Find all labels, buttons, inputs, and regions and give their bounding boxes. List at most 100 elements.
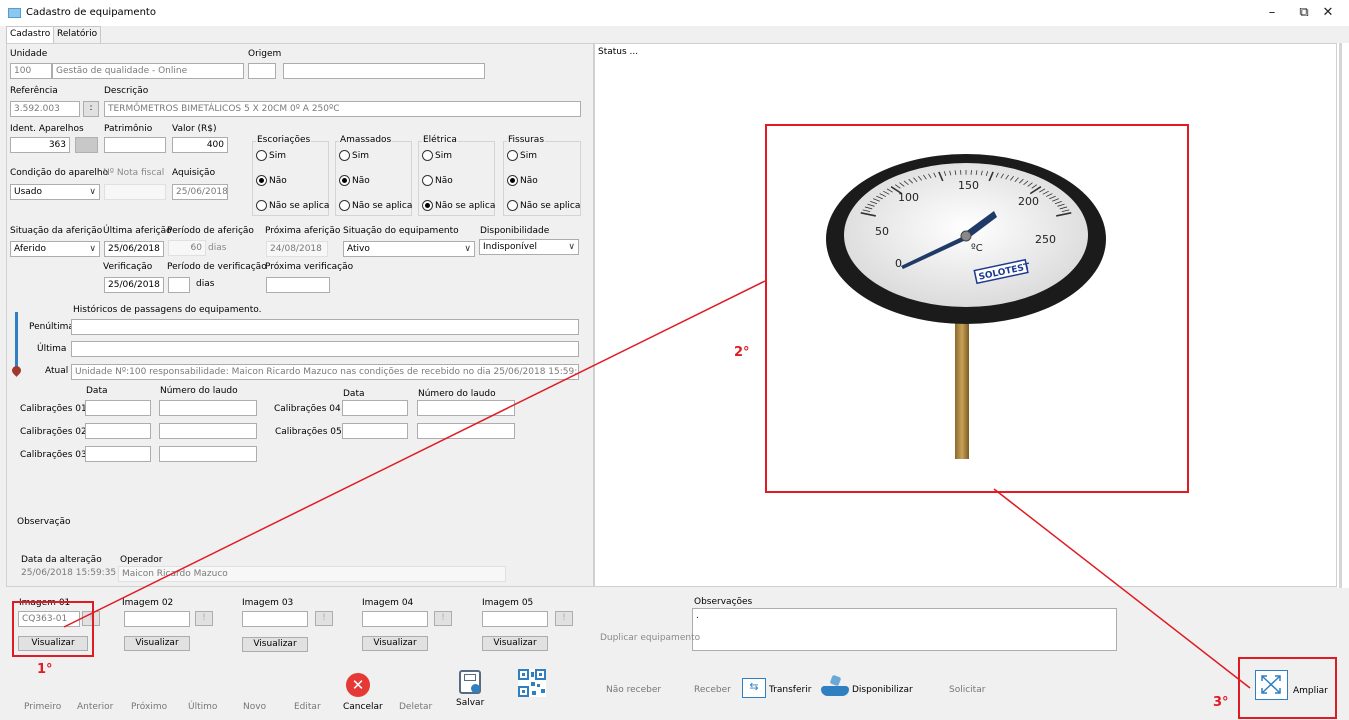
- ident-field[interactable]: 363: [10, 137, 70, 153]
- disponibilidade-select[interactable]: Indisponível ∨: [479, 239, 579, 255]
- radio-sim[interactable]: Sim: [256, 150, 286, 161]
- imagem04-field[interactable]: [362, 611, 428, 627]
- radio-nao-se-aplica[interactable]: Não se aplica: [339, 200, 412, 211]
- cancelar-button[interactable]: Cancelar: [343, 702, 383, 712]
- descricao-field[interactable]: TERMÔMETROS BIMETÁLICOS 5 X 20CM 0º A 25…: [104, 101, 581, 117]
- annotation-label-1: 1°: [37, 662, 53, 677]
- cancel-icon[interactable]: ✕: [346, 673, 370, 697]
- nao-receber-button[interactable]: Não receber: [606, 685, 661, 695]
- radio-checked-icon: [339, 175, 350, 186]
- radio-circle-icon: [339, 150, 350, 161]
- aquisicao-field[interactable]: 25/06/2018: [172, 184, 228, 200]
- tab-relatorio[interactable]: Relatório: [53, 26, 102, 43]
- proxima-verificacao-field[interactable]: [266, 277, 330, 293]
- visualizar-05-button[interactable]: Visualizar: [482, 636, 548, 651]
- radio-sim[interactable]: Sim: [507, 150, 537, 161]
- save-icon[interactable]: [459, 670, 481, 694]
- radio-sim[interactable]: Sim: [422, 150, 452, 161]
- data-label: Data: [343, 389, 365, 399]
- vertical-scrollbar[interactable]: [1337, 43, 1349, 588]
- imagem05-label: Imagem 05: [482, 598, 534, 608]
- situacao-equip-select[interactable]: Ativo ∨: [343, 241, 475, 257]
- imagem05-browse-button[interactable]: !: [555, 611, 573, 626]
- patrimonio-field[interactable]: [104, 137, 166, 153]
- radio-nao[interactable]: Não: [422, 175, 453, 186]
- unidade-code-field[interactable]: 100: [10, 63, 52, 79]
- cal03-date-field[interactable]: [85, 446, 151, 462]
- referencia-field[interactable]: 3.592.003: [10, 101, 80, 117]
- imagem05-field[interactable]: [482, 611, 548, 627]
- periodo-verificacao-field[interactable]: [168, 277, 190, 293]
- cal01-date-field[interactable]: [85, 400, 151, 416]
- imagem04-browse-button[interactable]: !: [434, 611, 452, 626]
- anterior-button[interactable]: Anterior: [77, 702, 113, 712]
- referencia-search-button[interactable]: :: [83, 101, 99, 117]
- imagem02-field[interactable]: [124, 611, 190, 627]
- cal04-date-field[interactable]: [342, 400, 408, 416]
- radio-nao-se-aplica[interactable]: Não se aplica: [507, 200, 580, 211]
- visualizar-02-button[interactable]: Visualizar: [124, 636, 190, 651]
- cal02-laudo-field[interactable]: [159, 423, 257, 439]
- periodo-afericao-field[interactable]: 60: [168, 240, 206, 256]
- origem-code-field[interactable]: [248, 63, 276, 79]
- novo-button[interactable]: Novo: [243, 702, 266, 712]
- radio-sim[interactable]: Sim: [339, 150, 369, 161]
- close-button[interactable]: ✕: [1312, 2, 1344, 24]
- duplicar-button[interactable]: Duplicar equipamento: [600, 633, 700, 643]
- visualizar-04-button[interactable]: Visualizar: [362, 636, 428, 651]
- imagem03-browse-button[interactable]: !: [315, 611, 333, 626]
- imagem02-browse-button[interactable]: !: [195, 611, 213, 626]
- window-title: Cadastro de equipamento: [26, 7, 156, 18]
- cal01-laudo-field[interactable]: [159, 400, 257, 416]
- origem-name-field[interactable]: [283, 63, 485, 79]
- valor-field[interactable]: 400: [172, 137, 228, 153]
- dias2-label: dias: [196, 279, 215, 289]
- cal04-laudo-field[interactable]: [417, 400, 515, 416]
- primeiro-button[interactable]: Primeiro: [24, 702, 61, 712]
- minimize-button[interactable]: –: [1256, 2, 1288, 24]
- radio-nao[interactable]: Não: [507, 175, 538, 186]
- verificacao-field[interactable]: 25/06/2018: [104, 277, 164, 293]
- salvar-button[interactable]: Salvar: [456, 698, 484, 708]
- proxima-afericao-field[interactable]: 24/08/2018: [266, 241, 328, 257]
- ultima-field[interactable]: [71, 341, 579, 357]
- disponibilizar-button[interactable]: Disponibilizar: [852, 685, 913, 695]
- transfer-icon[interactable]: ⇆: [742, 678, 766, 698]
- proximo-button[interactable]: Próximo: [131, 702, 167, 712]
- penultima-field[interactable]: [71, 319, 579, 335]
- condicao-select[interactable]: Usado ∨: [10, 184, 100, 200]
- dias-label: dias: [208, 243, 227, 253]
- cal05-laudo-field[interactable]: [417, 423, 515, 439]
- transferir-button[interactable]: Transferir: [769, 685, 811, 695]
- observacoes-textarea[interactable]: .: [692, 608, 1117, 651]
- cal04-label: Calibrações 04: [274, 404, 341, 414]
- radio-nao-se-aplica[interactable]: Não se aplica: [422, 200, 495, 211]
- hand-offer-icon[interactable]: [821, 674, 849, 698]
- atual-field[interactable]: Unidade Nº:100 responsabilidade: Maicon …: [71, 364, 579, 380]
- radio-circle-icon: [507, 200, 518, 211]
- radio-nao-se-aplica[interactable]: Não se aplica: [256, 200, 329, 211]
- unidade-name-field[interactable]: Gestão de qualidade - Online: [52, 63, 244, 79]
- tab-cadastro[interactable]: Cadastro: [6, 26, 55, 44]
- imagem02-label: Imagem 02: [122, 598, 174, 608]
- solicitar-button[interactable]: Solicitar: [949, 685, 985, 695]
- qrcode-icon[interactable]: [518, 669, 546, 697]
- group-title: Amassados: [339, 135, 393, 145]
- ident-button[interactable]: [75, 137, 98, 153]
- chevron-down-icon: ∨: [89, 187, 96, 197]
- radio-nao[interactable]: Não: [339, 175, 370, 186]
- radio-checked-icon: [422, 200, 433, 211]
- ultimo-button[interactable]: Último: [188, 702, 217, 712]
- deletar-button[interactable]: Deletar: [399, 702, 432, 712]
- imagem03-field[interactable]: [242, 611, 308, 627]
- receber-button[interactable]: Receber: [694, 685, 731, 695]
- visualizar-03-button[interactable]: Visualizar: [242, 637, 308, 652]
- cal03-laudo-field[interactable]: [159, 446, 257, 462]
- ultima-afericao-field[interactable]: 25/06/2018: [104, 241, 164, 257]
- cal02-date-field[interactable]: [85, 423, 151, 439]
- radio-nao[interactable]: Não: [256, 175, 287, 186]
- cal05-date-field[interactable]: [342, 423, 408, 439]
- situacao-afericao-select[interactable]: Aferido ∨: [10, 241, 100, 257]
- nota-fiscal-field[interactable]: [104, 184, 166, 200]
- editar-button[interactable]: Editar: [294, 702, 321, 712]
